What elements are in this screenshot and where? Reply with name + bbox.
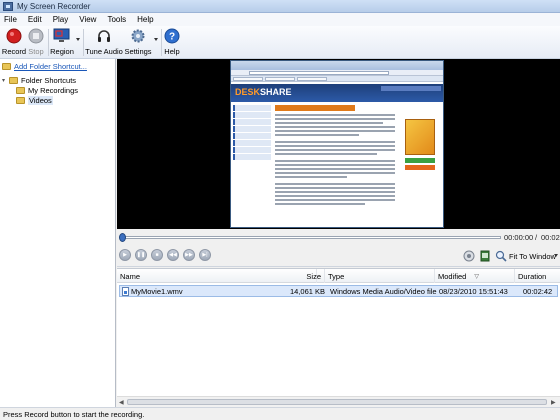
tree-root-label: Folder Shortcuts xyxy=(21,76,77,85)
file-size: 14,061 KB xyxy=(289,287,325,296)
menu-help[interactable]: Help xyxy=(137,15,153,24)
tune-audio-button[interactable]: Tune Audio xyxy=(85,27,123,58)
folder-icon xyxy=(16,87,25,94)
column-size[interactable]: Size xyxy=(306,269,325,283)
app-icon xyxy=(3,1,13,11)
menu-edit[interactable]: Edit xyxy=(28,15,42,24)
record-icon xyxy=(5,27,23,45)
add-folder-shortcut[interactable]: Add Folder Shortcut... xyxy=(2,62,87,71)
tune-audio-label: Tune Audio xyxy=(85,47,123,56)
folder-panel: Add Folder Shortcut... ▾ Folder Shortcut… xyxy=(0,59,116,407)
fit-dropdown-icon[interactable] xyxy=(554,254,558,257)
gear-icon xyxy=(129,27,147,45)
toolbar-separator xyxy=(83,29,84,56)
record-button[interactable]: Record xyxy=(2,27,26,58)
stop-button[interactable]: Stop xyxy=(26,27,46,58)
fit-to-window-label[interactable]: Fit To Window xyxy=(509,252,556,261)
tree-item-videos[interactable]: Videos xyxy=(16,96,53,105)
file-name: MyMovie1.wmv xyxy=(131,287,183,296)
menu-file[interactable]: File xyxy=(4,15,17,24)
add-folder-icon xyxy=(2,63,11,70)
toolbar-separator xyxy=(48,29,49,56)
stop-playback-icon[interactable]: ■ xyxy=(151,249,163,261)
svg-text:?: ? xyxy=(169,32,175,43)
scroll-left-icon[interactable]: ◀ xyxy=(119,399,124,406)
status-text: Press Record button to start the recordi… xyxy=(3,409,145,419)
headphones-icon xyxy=(95,27,113,45)
site-product-box xyxy=(399,105,441,170)
column-duration[interactable]: Duration xyxy=(515,269,560,283)
folder-icon xyxy=(16,97,25,104)
site-logo: DESKSHARE xyxy=(235,87,292,97)
current-time: 00:00:00 xyxy=(504,233,534,242)
site-sidebar xyxy=(233,105,271,225)
site-content xyxy=(275,105,395,207)
site-header: DESKSHARE xyxy=(231,84,443,102)
sort-descending-icon: ▽ xyxy=(474,273,479,280)
settings-label: Settings xyxy=(124,47,152,56)
tree-item-label: My Recordings xyxy=(28,86,79,95)
monitor-icon xyxy=(53,27,71,45)
region-dropdown-icon[interactable] xyxy=(76,38,80,41)
menu-view[interactable]: View xyxy=(79,15,96,24)
settings-dropdown-icon[interactable] xyxy=(154,38,158,41)
column-type[interactable]: Type xyxy=(325,269,435,283)
video-preview[interactable]: DESKSHARE xyxy=(117,59,560,229)
rewind-icon[interactable]: ◀◀ xyxy=(167,249,179,261)
video-file-icon xyxy=(122,287,129,296)
snapshot-icon[interactable] xyxy=(479,250,491,262)
play-icon[interactable]: ▶ xyxy=(119,249,131,261)
record-label: Record xyxy=(1,47,27,56)
horizontal-scrollbar[interactable]: ◀ ▶ xyxy=(117,396,560,407)
tree-root[interactable]: ▾ Folder Shortcuts xyxy=(2,76,76,85)
table-row[interactable]: MyMovie1.wmv 14,061 KB Windows Media Aud… xyxy=(119,285,558,297)
playback-controls: ▶ ❚❚ ■ ◀◀ ▶▶ ▶| Fit To Window xyxy=(117,245,560,267)
file-list: Name Size Type Modified ▽ Duration MyMovi… xyxy=(117,268,560,407)
settings-button[interactable]: Settings xyxy=(124,27,152,58)
add-folder-link[interactable]: Add Folder Shortcut... xyxy=(14,62,87,71)
next-icon[interactable]: ▶| xyxy=(199,249,211,261)
time-separator: / xyxy=(535,233,538,242)
menu-play[interactable]: Play xyxy=(53,15,69,24)
volume-icon[interactable] xyxy=(463,250,475,262)
menu-bar: File Edit Play View Tools Help xyxy=(0,13,560,26)
file-type: Windows Media Audio/Video file xyxy=(330,287,437,296)
pause-icon[interactable]: ❚❚ xyxy=(135,249,147,261)
window-title: My Screen Recorder xyxy=(17,1,91,11)
scroll-thumb[interactable] xyxy=(127,399,547,405)
total-time: 00:02:42 xyxy=(541,233,560,242)
seek-thumb[interactable] xyxy=(119,233,126,242)
tree-item-my-recordings[interactable]: My Recordings xyxy=(16,86,78,95)
scroll-right-icon[interactable]: ▶ xyxy=(551,399,556,406)
collapse-icon[interactable]: ▾ xyxy=(2,77,9,84)
zoom-icon[interactable] xyxy=(495,250,507,262)
browser-titlebar xyxy=(231,61,443,70)
file-name-cell: MyMovie1.wmv xyxy=(122,286,183,297)
help-button[interactable]: ? Help xyxy=(163,27,181,58)
help-icon: ? xyxy=(163,27,181,45)
toolbar-separator xyxy=(161,29,162,56)
browser-tabs xyxy=(231,76,443,82)
list-header: Name Size Type Modified ▽ Duration xyxy=(117,269,560,283)
status-bar: Press Record button to start the recordi… xyxy=(0,407,560,420)
column-modified[interactable]: Modified ▽ xyxy=(435,269,515,283)
seek-bar: 00:00:00 / 00:02:42 xyxy=(117,229,560,245)
file-modified: 08/23/2010 15:51:43 xyxy=(439,287,508,296)
stop-icon xyxy=(27,27,45,45)
column-name[interactable]: Name xyxy=(117,269,317,283)
title-bar: My Screen Recorder xyxy=(0,0,560,13)
fast-forward-icon[interactable]: ▶▶ xyxy=(183,249,195,261)
folder-icon xyxy=(9,77,18,84)
region-label: Region xyxy=(50,47,74,56)
recorded-browser-frame: DESKSHARE xyxy=(230,60,444,228)
tree-item-label: Videos xyxy=(28,96,53,105)
menu-tools[interactable]: Tools xyxy=(107,15,126,24)
help-label: Help xyxy=(164,47,180,56)
region-button[interactable]: Region xyxy=(50,27,74,58)
toolbar: Record Stop Region Tune Audio Settings ?… xyxy=(0,26,560,59)
seek-track[interactable] xyxy=(121,236,501,239)
file-duration: 00:02:42 xyxy=(523,287,553,296)
stop-label: Stop xyxy=(28,47,44,56)
